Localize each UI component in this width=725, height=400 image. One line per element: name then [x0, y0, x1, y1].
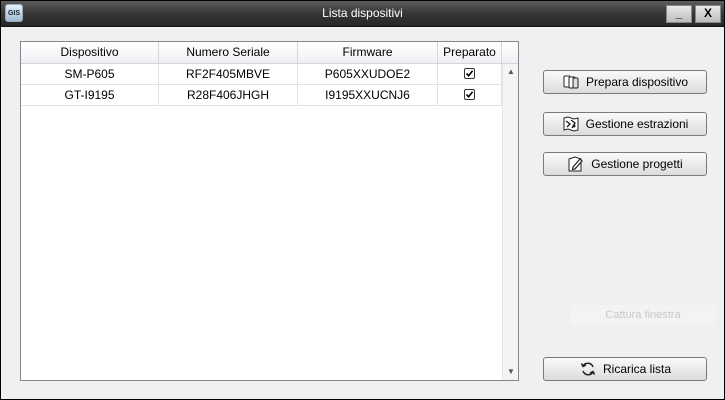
column-header-firmware[interactable]: Firmware — [298, 42, 438, 63]
column-header-numero-seriale[interactable]: Numero Seriale — [159, 42, 298, 63]
cell-dispositivo: SM-P605 — [21, 64, 159, 84]
cell-numero-seriale: RF2F405MBVE — [159, 64, 298, 84]
prepara-dispositivo-button[interactable]: Prepara dispositivo — [543, 70, 707, 94]
device-list[interactable]: Dispositivo Numero Seriale Firmware Prep… — [20, 41, 519, 381]
cattura-finestra-button[interactable]: Cattura finestra — [571, 305, 715, 325]
scroll-up-icon[interactable]: ▲ — [503, 64, 518, 80]
edit-project-icon — [567, 155, 585, 173]
gestione-progetti-button[interactable]: Gestione progetti — [543, 152, 707, 176]
cell-preparato — [438, 64, 502, 84]
column-header-preparato[interactable]: Preparato — [438, 42, 502, 63]
refresh-icon — [579, 360, 597, 378]
cell-dispositivo: GT-I9195 — [21, 85, 159, 105]
preparato-checkbox[interactable] — [464, 68, 475, 80]
window-title: Lista dispositivi — [322, 6, 403, 20]
cell-firmware: I9195XXUCNJ6 — [298, 85, 438, 105]
vertical-scrollbar[interactable]: ▲ ▼ — [502, 64, 518, 380]
gestione-estrazioni-button[interactable]: Gestione estrazioni — [543, 112, 707, 136]
gestione-estrazioni-label: Gestione estrazioni — [585, 117, 689, 131]
column-header-dispositivo[interactable]: Dispositivo — [21, 42, 159, 63]
list-header: Dispositivo Numero Seriale Firmware Prep… — [21, 42, 518, 64]
cell-firmware: P605XXUDOE2 — [298, 64, 438, 84]
close-button[interactable]: X — [695, 5, 721, 23]
window-client-area: Dispositivo Numero Seriale Firmware Prep… — [2, 27, 723, 397]
table-row[interactable]: GT-I9195 R28F406JHGH I9195XXUCNJ6 — [21, 85, 502, 106]
checkmark-icon — [465, 91, 474, 99]
preparato-checkbox[interactable] — [464, 89, 475, 101]
list-rows: SM-P605 RF2F405MBVE P605XXUDOE2 GT-I9195… — [21, 64, 502, 106]
minimize-button[interactable]: _ — [666, 5, 692, 23]
device-list-window: GIS Lista dispositivi _ X Dispositivo Nu… — [0, 0, 725, 400]
cell-numero-seriale: R28F406JHGH — [159, 85, 298, 105]
table-row[interactable]: SM-P605 RF2F405MBVE P605XXUDOE2 — [21, 64, 502, 85]
cell-preparato — [438, 85, 502, 105]
ricarica-lista-label: Ricarica lista — [602, 362, 671, 376]
extractions-icon — [562, 115, 580, 133]
scroll-down-icon[interactable]: ▼ — [503, 364, 518, 380]
devices-icon — [562, 73, 580, 91]
title-bar[interactable]: GIS Lista dispositivi _ X — [1, 1, 724, 27]
gestione-progetti-label: Gestione progetti — [591, 157, 683, 171]
checkmark-icon — [465, 70, 474, 78]
ricarica-lista-button[interactable]: Ricarica lista — [543, 357, 707, 381]
prepara-dispositivo-label: Prepara dispositivo — [585, 75, 689, 89]
